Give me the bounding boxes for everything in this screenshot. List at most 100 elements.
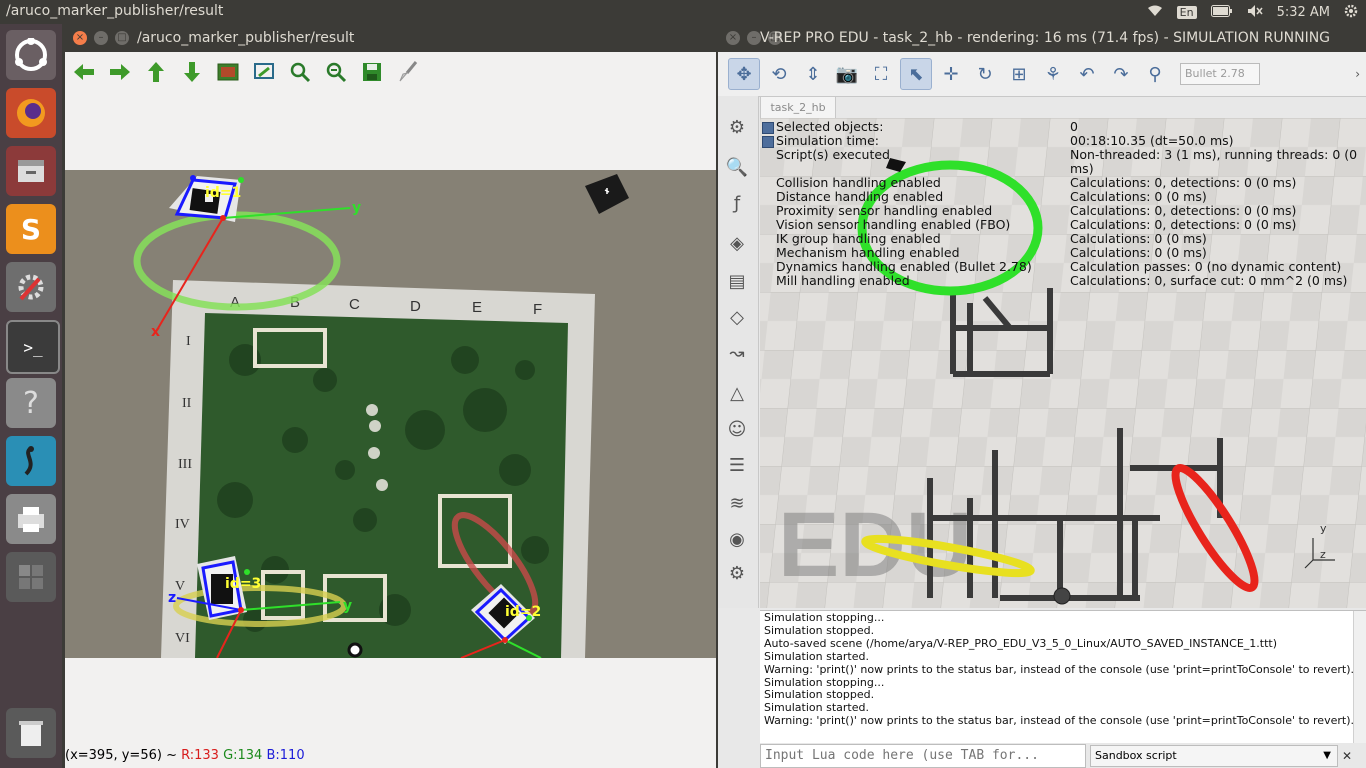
user-settings-icon[interactable]: ☺	[724, 416, 750, 442]
camera-image[interactable]: A B C D E F I II III IV V VI y x id=1 y …	[65, 170, 716, 658]
info-label: Simulation time:	[762, 134, 1070, 148]
layers-icon[interactable]: ≋	[724, 490, 750, 516]
arrow-left-icon[interactable]	[73, 61, 95, 83]
simulation-settings-icon[interactable]: ⚙	[724, 114, 750, 140]
gazebo-icon[interactable]	[6, 436, 56, 486]
user-preferences-icon[interactable]: ⚙	[724, 560, 750, 586]
vrep-side-toolbar: ⚙ 🔍 ƒ ◈ ▤ ◇ ↝ △ ☺ ☰ ≋ ◉ ⚙	[718, 96, 759, 608]
info-label: Mill handling enabled	[776, 273, 910, 288]
model-browser-icon[interactable]: 🔍	[724, 154, 750, 180]
info-value: Non-threaded: 3 (1 ms), running threads:…	[1070, 147, 1358, 176]
physics-engine-select[interactable]: Bullet 2.78	[1180, 63, 1260, 85]
vrep-toolbar: ✥ ⟲ ⇕ 📷 ⛶ ⬉ ✛ ↻ ⊞ ⚘ ↶ ↷ ⚲ Bullet 2.78 ›	[718, 52, 1366, 97]
console-line: Simulation stopped.	[764, 623, 875, 637]
board-column-label: D	[410, 298, 421, 315]
workspaces-icon[interactable]	[6, 552, 56, 602]
assemble-icon[interactable]: ⊞	[1004, 59, 1034, 89]
system-settings-icon[interactable]	[6, 262, 56, 312]
script-selector-dropdown[interactable]: Sandbox script ▼	[1090, 745, 1338, 767]
wifi-icon[interactable]	[1147, 5, 1163, 20]
undo-icon[interactable]: ↶	[1072, 59, 1102, 89]
video-recorder-icon[interactable]: ◉	[724, 526, 750, 552]
scene-hierarchy-icon[interactable]: ☰	[724, 452, 750, 478]
shape-edit-icon[interactable]: ◇	[724, 304, 750, 330]
minimize-button[interactable]: –	[747, 31, 761, 45]
camera-angle-icon[interactable]: 📷	[832, 59, 862, 89]
arrow-down-icon[interactable]	[181, 61, 203, 83]
keyboard-layout-indicator[interactable]: En	[1176, 5, 1197, 19]
arrow-up-icon[interactable]	[145, 61, 167, 83]
redo-icon[interactable]: ↷	[1106, 59, 1136, 89]
scripts-icon[interactable]: ▤	[724, 268, 750, 294]
info-value: Calculations: 0, surface cut: 0 mm^2 (0 …	[1070, 273, 1348, 288]
object-shift-icon[interactable]: ✛	[936, 59, 966, 89]
path-edit-icon[interactable]: ↝	[724, 340, 750, 366]
settings-gear-icon[interactable]	[1344, 4, 1358, 21]
maximize-button[interactable]: □	[115, 31, 129, 45]
status-console[interactable]: Simulation stopping... Simulation stopped…	[760, 610, 1366, 743]
info-value: Calculations: 0, detections: 0 (0 ms)	[1070, 175, 1297, 190]
top-panel: /aruco_marker_publisher/result En 5:32 A…	[0, 0, 1366, 24]
collapse-toggle[interactable]	[762, 122, 774, 134]
axis-y-label: y	[352, 200, 361, 216]
window-title: V-REP PRO EDU - task_2_hb - rendering: 1…	[760, 30, 1331, 46]
info-row: Selected objects: 0	[762, 120, 1362, 134]
calculation-modules-icon[interactable]: ƒ	[724, 190, 750, 216]
files-icon[interactable]	[6, 146, 56, 196]
clock[interactable]: 5:32 AM	[1277, 5, 1330, 20]
volume-muted-icon[interactable]	[1247, 4, 1263, 21]
clear-console-button[interactable]: ✕	[1342, 749, 1352, 763]
help-icon[interactable]: ?	[6, 378, 56, 428]
scene-viewport[interactable]: EDU y z Selected objects: 0 Simulation tim…	[760, 118, 1366, 608]
board-column-label: F	[533, 301, 542, 318]
dynamics-toggle-icon[interactable]: ⚲	[1140, 59, 1170, 89]
collapse-toggle[interactable]	[762, 136, 774, 148]
window-title: /aruco_marker_publisher/result	[137, 30, 355, 46]
triad-z-label: z	[1320, 548, 1326, 561]
console-lines: Simulation stopping... Simulation stopped…	[760, 611, 1366, 729]
close-button[interactable]: ×	[726, 31, 740, 45]
camera-pan-icon[interactable]: ✥	[728, 58, 760, 90]
fit-view-icon[interactable]: ⛶	[866, 59, 896, 89]
triad-y-label: y	[1320, 522, 1327, 535]
collections-icon[interactable]: ◈	[724, 230, 750, 256]
transfer-dna-icon[interactable]: ⚘	[1038, 59, 1068, 89]
arrow-right-icon[interactable]	[109, 61, 131, 83]
window-titlebar: × – □ V-REP PRO EDU - task_2_hb - render…	[718, 24, 1366, 52]
brush-icon[interactable]	[397, 61, 419, 83]
zoom-in-icon[interactable]	[289, 61, 311, 83]
camera-rotate-icon[interactable]: ⟲	[764, 59, 794, 89]
marker-id-label: id=1	[205, 185, 241, 201]
object-selection-icon[interactable]: ⬉	[900, 58, 932, 90]
console-line: Simulation stopping...	[764, 611, 885, 624]
info-value: Calculations: 0 (0 ms)	[1070, 231, 1207, 246]
ubuntu-dash-icon[interactable]	[6, 30, 56, 80]
board-column-label: E	[472, 299, 482, 316]
terminal-icon[interactable]: >_	[6, 320, 60, 374]
window-titlebar: × – □ /aruco_marker_publisher/result	[65, 24, 716, 52]
marker-id-label: id=2	[505, 604, 541, 620]
info-row: Proximity sensor handling enabled Calcula…	[762, 204, 1362, 218]
board-row-label: I	[186, 334, 191, 349]
scene-tab[interactable]: task_2_hb	[760, 96, 836, 119]
close-button[interactable]: ×	[73, 31, 87, 45]
camera-shift-icon[interactable]: ⇕	[798, 59, 828, 89]
image-icon[interactable]	[217, 61, 239, 83]
lua-code-input[interactable]	[760, 744, 1086, 768]
sublime-text-icon[interactable]: S	[6, 204, 56, 254]
info-label: Dynamics handling enabled (Bullet 2.78)	[776, 259, 1032, 274]
fit-to-window-icon[interactable]	[253, 61, 275, 83]
toolbar-overflow-icon[interactable]: ›	[1355, 67, 1360, 81]
console-scrollbar[interactable]	[1353, 611, 1366, 743]
minimize-button[interactable]: –	[94, 31, 108, 45]
trash-icon[interactable]	[6, 708, 56, 758]
zoom-out-icon[interactable]	[325, 61, 347, 83]
printer-icon[interactable]	[6, 494, 56, 544]
selection-icon[interactable]: △	[724, 380, 750, 406]
battery-icon[interactable]	[1210, 4, 1233, 20]
aruco-result-window: × – □ /aruco_marker_publisher/result A B…	[65, 24, 716, 768]
firefox-icon[interactable]	[6, 88, 56, 138]
vrep-window: × – □ V-REP PRO EDU - task_2_hb - render…	[718, 24, 1366, 768]
save-icon[interactable]	[361, 61, 383, 83]
object-rotate-icon[interactable]: ↻	[970, 59, 1000, 89]
